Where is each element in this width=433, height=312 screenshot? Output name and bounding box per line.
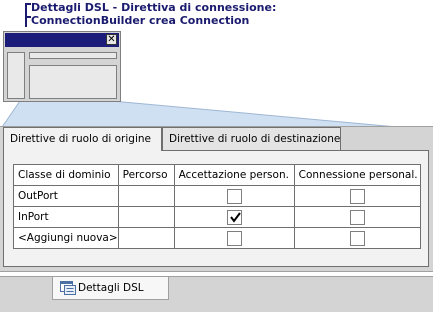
connect-custom-checkbox[interactable]: [349, 209, 365, 225]
column-header-path[interactable]: Percorso: [117, 164, 175, 186]
mini-left-pane: [7, 52, 25, 99]
accept-custom-checkbox[interactable]: [226, 209, 242, 225]
dsl-details-icon: [60, 281, 76, 295]
cell-connect-custom: [293, 227, 421, 249]
cell-connect-custom: [293, 206, 421, 228]
mini-titlebar: ✕: [5, 33, 119, 47]
mini-window: ✕: [3, 31, 121, 102]
cell-path[interactable]: [117, 227, 175, 249]
checkmark-icon: [229, 211, 241, 223]
tab-target-role-directives[interactable]: Direttive di ruolo di destinazione: [162, 127, 341, 150]
cell-connect-custom: [293, 185, 421, 207]
connect-custom-checkbox[interactable]: [349, 230, 365, 246]
tab-dsl-details-label: Dettagli DSL: [78, 282, 144, 294]
column-header-domain-class[interactable]: Classe di dominio: [13, 164, 119, 186]
table-row: InPort: [13, 206, 421, 228]
accept-custom-checkbox[interactable]: [226, 230, 242, 246]
cell-accept-custom: [173, 206, 295, 228]
column-header-accept-custom[interactable]: Accettazione person.: [173, 164, 295, 186]
tab-dsl-details[interactable]: Dettagli DSL: [52, 277, 169, 300]
cell-domain-class[interactable]: <Aggiungi nuova>: [13, 227, 119, 249]
mini-top-pane: [29, 52, 117, 59]
tab-source-role-directives[interactable]: Direttive di ruolo di origine: [3, 127, 162, 151]
mini-main-pane: [29, 65, 117, 99]
cell-domain-class[interactable]: InPort: [13, 206, 119, 228]
cell-domain-class[interactable]: OutPort: [13, 185, 119, 207]
connect-custom-checkbox[interactable]: [349, 188, 365, 204]
role-directives-table: Classe di dominio Percorso Accettazione …: [13, 164, 421, 249]
column-header-connect-custom[interactable]: Connessione personal.: [293, 164, 421, 186]
cell-accept-custom: [173, 227, 295, 249]
table-row: OutPort: [13, 185, 421, 207]
cell-accept-custom: [173, 185, 295, 207]
cell-path[interactable]: [117, 206, 175, 228]
accept-custom-checkbox[interactable]: [226, 188, 242, 204]
table-row: <Aggiungi nuova>: [13, 227, 421, 249]
table-header-row: Classe di dominio Percorso Accettazione …: [13, 164, 421, 186]
close-icon: ✕: [106, 34, 117, 45]
cell-path[interactable]: [117, 185, 175, 207]
